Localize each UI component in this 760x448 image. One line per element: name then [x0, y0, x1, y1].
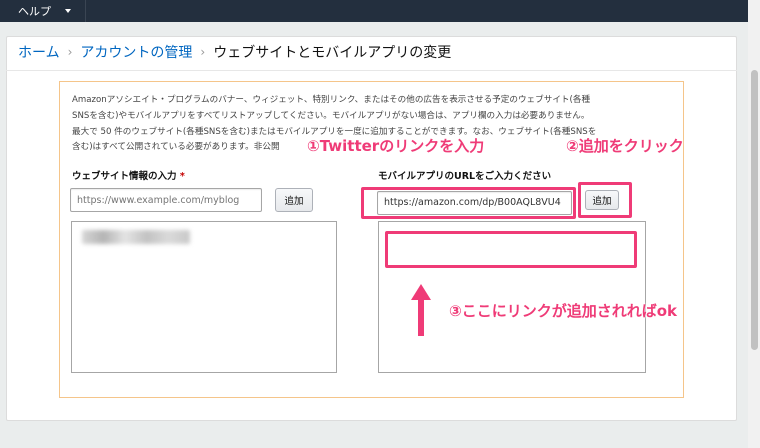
- breadcrumb-account-link[interactable]: アカウントの管理: [80, 42, 192, 62]
- required-mark: *: [179, 171, 185, 182]
- breadcrumb-divider: [6, 70, 737, 71]
- website-add-button[interactable]: 追加: [275, 188, 313, 212]
- mobile-field-label: モバイルアプリのURLをご入力ください: [378, 168, 551, 182]
- scrollbar-thumb[interactable]: [751, 70, 758, 350]
- breadcrumb-separator-icon: ›: [200, 45, 206, 59]
- website-url-input[interactable]: [70, 188, 262, 212]
- website-label-text: ウェブサイト情報の入力: [72, 171, 177, 182]
- breadcrumb: ホーム › アカウントの管理 › ウェブサイトとモバイルアプリの変更: [18, 42, 451, 62]
- top-nav-bar: ヘルプ: [0, 0, 748, 22]
- help-menu[interactable]: ヘルプ: [0, 0, 86, 22]
- caret-down-icon: [65, 9, 71, 13]
- highlight-list-area: [385, 231, 637, 268]
- blurred-website-entry: [82, 230, 190, 244]
- annotation-step2: ②追加をクリック: [566, 137, 684, 155]
- annotation-step1: ①Twitterのリンクを入力: [307, 137, 485, 155]
- breadcrumb-home-link[interactable]: ホーム: [18, 42, 60, 62]
- intro-line: Amazonアソシエイト・プログラムのバナー、ウィジェット、特別リンク、またはそ…: [72, 95, 591, 105]
- website-field-label: ウェブサイト情報の入力 *: [72, 168, 185, 182]
- highlight-mobile-input: [361, 187, 576, 219]
- mobile-label-text: モバイルアプリのURLをご入力ください: [378, 171, 552, 182]
- page-title: ウェブサイトとモバイルアプリの変更: [213, 45, 452, 61]
- intro-line: SNSを含む)やモバイルアプリをすべてリストアップしてください。モバイルアプリが…: [72, 110, 590, 121]
- help-menu-label: ヘルプ: [18, 5, 51, 18]
- up-arrow-icon: [411, 284, 431, 336]
- highlight-add-button: [578, 182, 632, 218]
- annotation-step3: ③ここにリンクが追加されればok: [449, 302, 677, 320]
- breadcrumb-separator-icon: ›: [67, 45, 73, 59]
